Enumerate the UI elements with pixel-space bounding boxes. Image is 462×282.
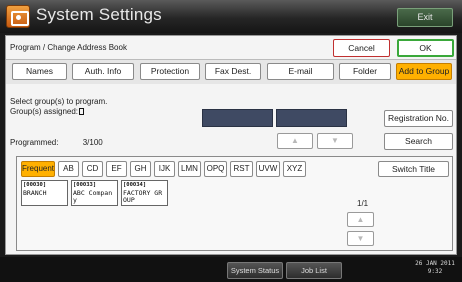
tab-fax-dest[interactable]: Fax Dest.	[205, 63, 261, 80]
programmed-row: Programmed: 3/100	[10, 138, 103, 147]
letter-tab-opq[interactable]: OPQ	[204, 161, 227, 177]
system-status-button[interactable]: System Status	[227, 262, 283, 279]
group-entry-name-cont: y	[73, 196, 77, 204]
groups-assigned: Group(s) assigned:	[10, 107, 85, 116]
letter-tab-frequent[interactable]: Frequent	[21, 161, 55, 177]
registration-number-button[interactable]: Registration No.	[384, 110, 453, 127]
search-button[interactable]: Search	[384, 133, 453, 150]
tab-bar: Names Auth. Info Protection Fax Dest. E-…	[6, 60, 456, 84]
letter-tab-lmn[interactable]: LMN	[178, 161, 201, 177]
scroll-down-button[interactable]: ▼	[317, 133, 353, 149]
tab-email[interactable]: E-mail	[267, 63, 334, 80]
breadcrumb: Program / Change Address Book	[10, 43, 127, 52]
switch-title-button[interactable]: Switch Title	[378, 161, 449, 177]
title-bar: System Settings Exit	[0, 0, 462, 33]
scroll-up-button[interactable]: ▲	[277, 133, 313, 149]
letter-tab-gh[interactable]: GH	[130, 161, 151, 177]
group-entry-branch[interactable]: [00030] BRANCH	[21, 180, 68, 206]
status-bar: System Status Job List 26 JAN 2011 9:32	[0, 257, 462, 282]
date-text: 26 JAN 2011	[415, 260, 455, 267]
app-title: System Settings	[36, 5, 162, 24]
letter-tab-uvw[interactable]: UVW	[256, 161, 280, 177]
time-text: 9:32	[427, 268, 443, 275]
letter-tab-ijk[interactable]: IJK	[154, 161, 175, 177]
letter-tab-ef[interactable]: EF	[106, 161, 127, 177]
page-down-button[interactable]: ▼	[347, 231, 374, 246]
tab-add-to-group[interactable]: Add to Group	[396, 63, 452, 80]
name-field-right	[276, 109, 347, 127]
letter-tab-cd[interactable]: CD	[82, 161, 103, 177]
assigned-count-box	[79, 108, 85, 115]
tab-names[interactable]: Names	[12, 63, 67, 80]
letter-tab-ab[interactable]: AB	[58, 161, 79, 177]
name-field-left	[202, 109, 273, 127]
ok-button[interactable]: OK	[397, 39, 454, 57]
groups-assigned-label: Group(s) assigned:	[10, 107, 79, 116]
group-entry-name-cont: OUP	[123, 196, 135, 204]
programmed-label: Programmed:	[10, 138, 59, 147]
page-indicator: 1/1	[357, 199, 369, 208]
settings-panel-icon	[6, 5, 30, 28]
group-list-box: Frequent AB CD EF GH IJK LMN OPQ RST UVW…	[16, 156, 453, 251]
group-entry-name: BRANCH	[23, 188, 47, 197]
programmed-value: 3/100	[82, 138, 103, 147]
page-up-button[interactable]: ▲	[347, 212, 374, 227]
main-panel: Program / Change Address Book Cancel OK …	[5, 35, 457, 255]
letter-tab-xyz[interactable]: XYZ	[283, 161, 306, 177]
clock: 26 JAN 2011 9:32	[412, 260, 458, 276]
job-list-button[interactable]: Job List	[286, 262, 342, 279]
cancel-button[interactable]: Cancel	[333, 39, 390, 57]
tab-protection[interactable]: Protection	[140, 63, 200, 80]
group-entry-factory-group[interactable]: [00034] FACTORY GR OUP	[121, 180, 168, 206]
group-entry-name: ABC Compan	[73, 188, 113, 197]
letter-tab-rst[interactable]: RST	[230, 161, 253, 177]
exit-button[interactable]: Exit	[397, 8, 453, 27]
instruction-text: Select group(s) to program.	[10, 97, 108, 106]
tab-folder[interactable]: Folder	[339, 63, 391, 80]
group-entry-abc-company[interactable]: [00033] ABC Compan y	[71, 180, 118, 206]
tab-auth-info[interactable]: Auth. Info	[72, 63, 134, 80]
